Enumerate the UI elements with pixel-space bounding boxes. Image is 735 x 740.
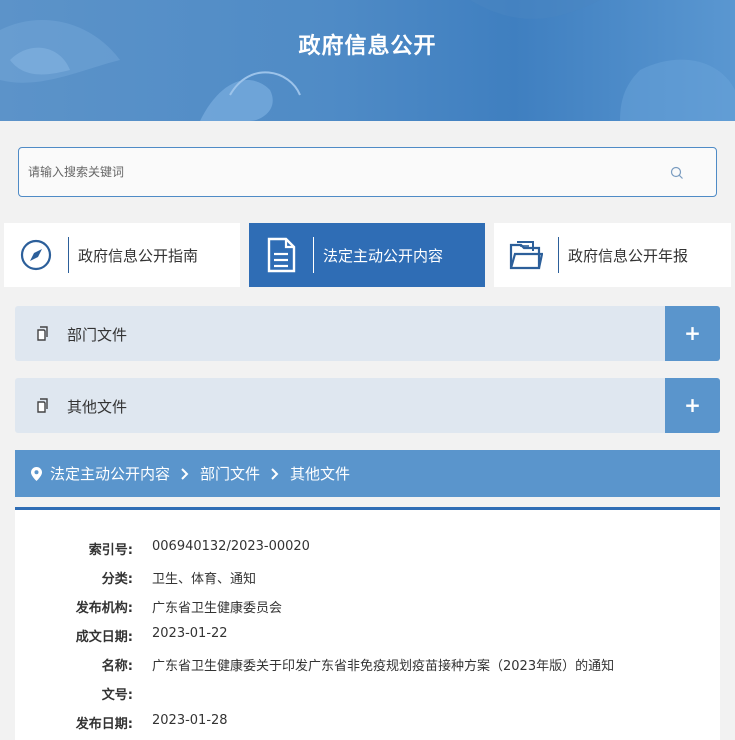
accordion-label: 其他文件	[67, 398, 128, 416]
card-separator	[68, 237, 69, 273]
header-banner: 政府信息公开	[0, 0, 735, 121]
breadcrumb-item[interactable]: 法定主动公开内容	[50, 463, 170, 484]
meta-key: 名称:	[101, 659, 133, 674]
meta-key: 成文日期:	[75, 630, 133, 645]
meta-row-category: 分类: 卫生、体育、通知	[15, 568, 720, 588]
page-title: 政府信息公开	[298, 34, 437, 59]
meta-key: 发布日期:	[75, 717, 133, 732]
meta-row-publisher: 发布机构: 广东省卫生健康委员会	[15, 597, 720, 617]
breadcrumb-item[interactable]: 其他文件	[290, 463, 350, 484]
meta-value[interactable]: 广东省卫生健康委关于印发广东省非免疫规划疫苗接种方案（2023年版）的通知	[152, 655, 614, 674]
meta-value: 卫生、体育、通知	[152, 572, 257, 587]
expand-button[interactable]: +	[665, 378, 720, 433]
meta-value: 广东省卫生健康委员会	[152, 601, 283, 616]
card-label: 政府信息公开年报	[568, 246, 689, 265]
chevron-right-icon	[181, 467, 189, 480]
card-label: 政府信息公开指南	[78, 246, 199, 265]
document-icon	[249, 223, 313, 287]
folder-icon	[494, 223, 558, 287]
chevron-right-icon	[271, 467, 279, 480]
card-separator	[558, 237, 559, 273]
card-label: 法定主动公开内容	[323, 246, 444, 265]
location-pin-icon	[31, 466, 42, 481]
copy-icon	[37, 326, 48, 341]
meta-row-index: 索引号: 006940132/2023-00020	[15, 539, 720, 559]
card-separator	[313, 237, 314, 273]
search-box	[18, 147, 717, 197]
search-input[interactable]	[19, 148, 659, 196]
compass-icon	[4, 223, 68, 287]
meta-key: 文号:	[101, 688, 133, 703]
card-content[interactable]: 法定主动公开内容	[249, 223, 485, 287]
meta-value: 2023-01-22	[152, 626, 228, 641]
accordion-department-files[interactable]: 部门文件 +	[15, 306, 720, 361]
meta-row-doc-number: 文号:	[15, 684, 720, 704]
meta-key: 索引号:	[88, 543, 133, 558]
accordion-label: 部门文件	[67, 326, 128, 344]
category-cards: 政府信息公开指南 法定主动公开内容 政府信息公开年报	[0, 223, 735, 287]
copy-icon	[37, 398, 48, 413]
meta-key: 发布机构:	[75, 601, 133, 616]
meta-value: 006940132/2023-00020	[152, 539, 310, 554]
expand-button[interactable]: +	[665, 306, 720, 361]
card-annual-report[interactable]: 政府信息公开年报	[494, 223, 731, 287]
document-metadata: 索引号: 006940132/2023-00020 分类: 卫生、体育、通知 发…	[15, 507, 720, 740]
card-guide[interactable]: 政府信息公开指南	[4, 223, 240, 287]
accordion-other-files[interactable]: 其他文件 +	[15, 378, 720, 433]
search-icon[interactable]	[670, 166, 684, 180]
meta-row-written-date: 成文日期: 2023-01-22	[15, 626, 720, 646]
meta-value: 2023-01-28	[152, 713, 228, 728]
meta-row-publish-date: 发布日期: 2023-01-28	[15, 713, 720, 733]
breadcrumb-item[interactable]: 部门文件	[200, 463, 260, 484]
meta-row-name: 名称: 广东省卫生健康委关于印发广东省非免疫规划疫苗接种方案（2023年版）的通…	[15, 655, 720, 675]
meta-key: 分类:	[101, 572, 133, 587]
flower-decoration	[0, 0, 735, 121]
breadcrumb: 法定主动公开内容 部门文件 其他文件	[15, 450, 720, 497]
